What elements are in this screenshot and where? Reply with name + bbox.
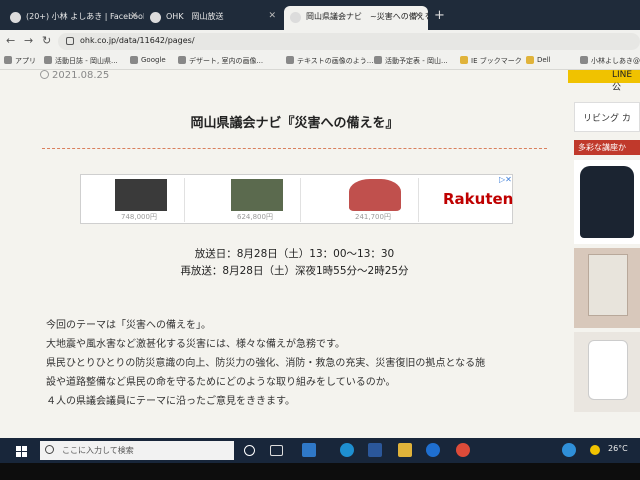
tshirt-image	[580, 166, 634, 238]
folder-icon	[460, 56, 468, 64]
ohk-icon	[290, 12, 301, 23]
clock-icon	[40, 70, 49, 79]
rakuten-logo[interactable]: Rakuten	[443, 190, 513, 208]
back-icon[interactable]: ←	[6, 34, 15, 47]
tab-label: 岡山県議会ナビ ~災害への備えを	[306, 12, 428, 21]
bookmark-apps[interactable]: アプリ	[4, 56, 36, 66]
facebook-icon	[10, 12, 21, 23]
tab-article[interactable]: 岡山県議会ナビ ~災害への備えを ✕	[284, 6, 428, 30]
close-icon[interactable]: ✕	[130, 11, 138, 21]
ad-product[interactable]: 241,700円	[319, 178, 419, 222]
title-divider	[42, 148, 547, 149]
page-title: 岡山県議会ナビ『災害への備えを』	[190, 116, 399, 131]
ad-price: 624,800円	[237, 213, 273, 221]
paragraph: 設や道路整備など県民の命を守るためにどのような取り組みをしているのか。	[46, 377, 396, 388]
adchoices-icon[interactable]: ▷✕	[499, 175, 512, 184]
bookmark-item[interactable]: 小林よしあき@	[580, 56, 640, 66]
cortana-icon[interactable]	[244, 445, 255, 456]
paragraph: ４人の県議会議員にテーマに沿ったご意見をききます。	[46, 396, 295, 407]
word-icon[interactable]	[368, 443, 382, 457]
search-icon	[45, 445, 54, 454]
bookmark-icon	[286, 56, 294, 64]
forward-icon[interactable]: →	[24, 34, 33, 47]
internet-explorer-icon[interactable]	[426, 443, 440, 457]
new-tab-button[interactable]: +	[434, 8, 445, 23]
page-content: 2021.08.25 岡山県議会ナビ『災害への備えを』 748,000円 624…	[0, 70, 640, 438]
bookmark-folder[interactable]: IE ブックマーク	[460, 56, 522, 66]
tab-label: OHK 岡山放送	[166, 12, 224, 21]
broadcast-date: 放送日：8月28日（土）13：00～13：30	[194, 248, 395, 260]
weather-icon[interactable]	[590, 445, 600, 455]
bookmark-item[interactable]: 活動日誌 - 岡山県...	[44, 56, 118, 66]
lock-icon	[66, 37, 74, 45]
close-icon[interactable]: ✕	[414, 11, 422, 21]
apps-icon	[4, 56, 12, 64]
line-banner[interactable]: LINE公	[568, 70, 640, 93]
ad-product[interactable]: 748,000円	[85, 178, 185, 222]
sidebar: LINE公 リビング カ 多彩な講座か	[568, 70, 640, 438]
broadcast-schedule: 放送日：8月28日（土）13：00～13：30 再放送：8月28日（土）深夜1時…	[42, 246, 547, 280]
taskbar-search[interactable]: ここに入力して検索	[40, 441, 234, 460]
file-explorer-icon[interactable]	[398, 443, 412, 457]
bookmark-icon	[178, 56, 186, 64]
help-icon[interactable]	[562, 443, 576, 457]
ad-product[interactable]: 624,800円	[201, 178, 301, 222]
edge-icon[interactable]	[340, 443, 354, 457]
product-image	[231, 179, 283, 211]
google-icon	[130, 56, 138, 64]
search-placeholder: ここに入力して検索	[62, 446, 134, 455]
product-image	[349, 179, 401, 211]
ad-price: 748,000円	[121, 213, 157, 221]
bookmark-item[interactable]: テキストの画像のよう...	[286, 56, 373, 66]
bookmarks-bar: アプリ 活動日誌 - 岡山県... Google デザート, 室内の画像... …	[0, 52, 640, 70]
url-text: ohk.co.jp/data/11642/pages/	[80, 36, 195, 45]
tshirt-ad[interactable]	[574, 160, 640, 244]
outlook-icon[interactable]	[302, 443, 316, 457]
post-date: 2021.08.25	[40, 70, 109, 81]
bookmark-google[interactable]: Google	[130, 56, 166, 64]
ohk-icon	[150, 12, 161, 23]
living-banner[interactable]: リビング カ	[574, 102, 640, 132]
bookmark-item[interactable]: 活動予定表 - 岡山...	[374, 56, 448, 66]
product-image	[115, 179, 167, 211]
ad-banner[interactable]: 748,000円 624,800円 241,700円 Rakuten ▷✕	[80, 174, 513, 224]
paragraph: 大地震や風水害など激甚化する災害には、様々な備えが急務です。	[46, 339, 345, 350]
bookmark-item[interactable]: デザート, 室内の画像...	[178, 56, 263, 66]
folder-icon	[526, 56, 534, 64]
tab-ohk[interactable]: OHK 岡山放送 ✕	[144, 6, 282, 30]
task-view-icon[interactable]	[270, 445, 283, 456]
close-icon[interactable]: ✕	[268, 11, 276, 21]
article-body: 今回のテーマは「災害への備えを」。 大地震や風水害など激甚化する災害には、様々な…	[46, 316, 551, 411]
rebroadcast-date: 再放送：8月28日（土）深夜1時55分～2時25分	[180, 265, 409, 277]
monitor-bezel	[0, 463, 640, 480]
chrome-icon[interactable]	[456, 443, 470, 457]
bookmark-icon	[580, 56, 588, 64]
reload-icon[interactable]: ↻	[42, 34, 51, 47]
paragraph: 今回のテーマは「災害への備えを」。	[46, 320, 211, 331]
course-banner[interactable]: 多彩な講座か	[574, 140, 640, 155]
address-bar[interactable]: ohk.co.jp/data/11642/pages/	[58, 33, 640, 50]
blind-image	[588, 254, 628, 316]
temperature[interactable]: 26°C	[608, 444, 628, 453]
bookmark-folder[interactable]: Dell	[526, 56, 551, 64]
browser-toolbar: ← → ↻ ohk.co.jp/data/11642/pages/	[0, 30, 640, 52]
tshirt-image	[588, 340, 628, 400]
tshirt-ad[interactable]	[574, 332, 640, 412]
tab-label: (20+) 小林 よしあき | Facebook	[26, 12, 144, 21]
blind-ad[interactable]	[574, 248, 640, 328]
bookmark-icon	[44, 56, 52, 64]
windows-start-icon[interactable]	[16, 446, 27, 457]
windows-taskbar: ここに入力して検索 26°C	[0, 438, 640, 463]
tab-facebook[interactable]: (20+) 小林 よしあき | Facebook ✕	[4, 6, 144, 30]
bookmark-icon	[374, 56, 382, 64]
paragraph: 県民ひとりひとりの防災意識の向上、防災力の強化、消防・救急の充実、災害復旧の拠点…	[46, 358, 486, 369]
ad-price: 241,700円	[355, 213, 391, 221]
browser-tab-bar: (20+) 小林 よしあき | Facebook ✕ OHK 岡山放送 ✕ 岡山…	[0, 0, 640, 30]
